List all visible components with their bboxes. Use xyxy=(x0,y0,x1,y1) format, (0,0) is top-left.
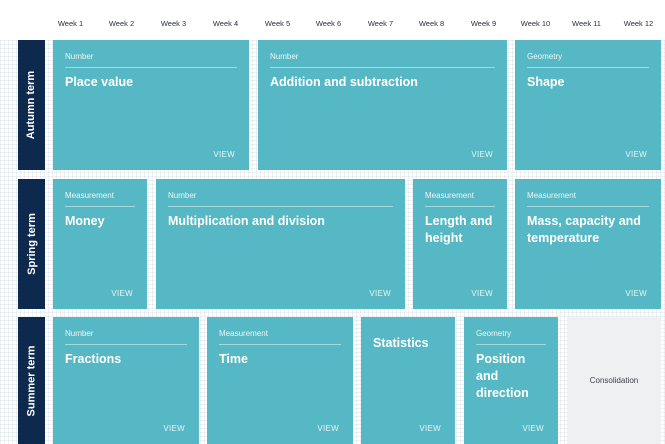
block-strand: Measurement xyxy=(527,191,649,207)
week-label: Week 3 xyxy=(160,19,187,28)
block-title: Addition and subtraction xyxy=(270,75,418,89)
week-label: Week 7 xyxy=(367,19,394,28)
block-title: Mass, capacity and temperature xyxy=(527,214,641,245)
block-title: Statistics xyxy=(373,336,429,350)
week-label: Week 1 xyxy=(57,19,84,28)
block-strand: Number xyxy=(65,52,237,68)
block-title: Fractions xyxy=(65,352,122,366)
block-strand: Number xyxy=(270,52,495,68)
week-header: Week 1 Week 2 Week 3 Week 4 Week 5 Week … xyxy=(0,0,665,40)
block-statistics[interactable]: Statistics VIEW xyxy=(361,317,455,444)
block-strand: Measurement xyxy=(219,329,341,345)
block-length-height[interactable]: Measurement Length and height VIEW xyxy=(413,179,507,309)
view-link[interactable]: VIEW xyxy=(369,289,391,298)
block-title: Time xyxy=(219,352,248,366)
week-label: Week 11 xyxy=(572,19,601,28)
block-strand: Geometry xyxy=(527,52,649,68)
block-addition-subtraction[interactable]: Number Addition and subtraction VIEW xyxy=(258,40,507,170)
block-place-value[interactable]: Number Place value VIEW xyxy=(53,40,249,170)
block-title: Money xyxy=(65,214,105,228)
week-label: Week 8 xyxy=(418,19,445,28)
block-shape[interactable]: Geometry Shape VIEW xyxy=(515,40,661,170)
block-strand: Geometry xyxy=(476,329,546,345)
block-strand: Measurement xyxy=(65,191,135,207)
block-time[interactable]: Measurement Time VIEW xyxy=(207,317,353,444)
view-link[interactable]: VIEW xyxy=(213,150,235,159)
view-link[interactable]: VIEW xyxy=(317,424,339,433)
block-multiplication-division[interactable]: Number Multiplication and division VIEW xyxy=(156,179,405,309)
view-link[interactable]: VIEW xyxy=(111,289,133,298)
view-link[interactable]: VIEW xyxy=(522,424,544,433)
term-label-text: Spring term xyxy=(25,213,38,275)
view-link[interactable]: VIEW xyxy=(625,150,647,159)
week-label: Week 6 xyxy=(315,19,342,28)
term-label-text: Summer term xyxy=(25,345,38,416)
term-label-summer: Summer term xyxy=(18,317,45,444)
week-label: Week 2 xyxy=(108,19,135,28)
term-label-text: Autumn term xyxy=(25,70,38,140)
block-fractions[interactable]: Number Fractions VIEW xyxy=(53,317,199,444)
block-title: Multiplication and division xyxy=(168,214,325,228)
week-label: Week 12 xyxy=(623,19,654,28)
block-title: Position and direction xyxy=(476,352,529,400)
view-link[interactable]: VIEW xyxy=(419,424,441,433)
consolidation-label: Consolidation xyxy=(589,376,639,385)
block-strand: Number xyxy=(65,329,187,345)
block-strand: Measurement xyxy=(425,191,495,207)
week-label: Week 10 xyxy=(520,19,551,28)
view-link[interactable]: VIEW xyxy=(471,289,493,298)
block-position-direction[interactable]: Geometry Position and direction VIEW xyxy=(464,317,558,444)
view-link[interactable]: VIEW xyxy=(163,424,185,433)
consolidation-block: Consolidation xyxy=(567,317,661,444)
view-link[interactable]: VIEW xyxy=(471,150,493,159)
block-title: Shape xyxy=(527,75,565,89)
week-label: Week 9 xyxy=(470,19,497,28)
block-title: Place value xyxy=(65,75,134,89)
block-money[interactable]: Measurement Money VIEW xyxy=(53,179,147,309)
block-title: Length and height xyxy=(425,214,493,245)
block-mass-capacity-temperature[interactable]: Measurement Mass, capacity and temperatu… xyxy=(515,179,661,309)
view-link[interactable]: VIEW xyxy=(625,289,647,298)
term-label-spring: Spring term xyxy=(18,179,45,309)
scheme-of-learning: Week 1 Week 2 Week 3 Week 4 Week 5 Week … xyxy=(0,0,665,444)
block-strand: Number xyxy=(168,191,393,207)
term-label-autumn: Autumn term xyxy=(18,40,45,170)
week-label: Week 4 xyxy=(212,19,239,28)
week-label: Week 5 xyxy=(264,19,291,28)
